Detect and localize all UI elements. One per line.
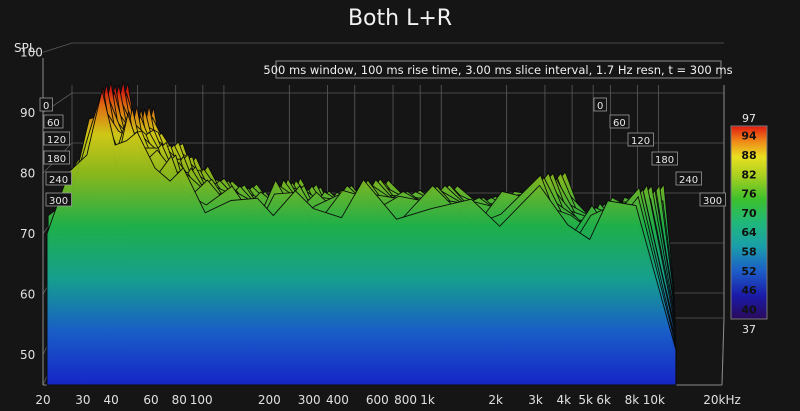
x-tick-label: 80 xyxy=(172,393,187,407)
settings-info: 500 ms window, 100 ms rise time, 3.00 ms… xyxy=(263,63,732,77)
left-wall-grid-line xyxy=(42,42,73,53)
time-tick-right: 300 xyxy=(703,196,722,207)
y-tick-label: 60 xyxy=(20,287,35,301)
colorbar-tick-label: 58 xyxy=(741,245,756,258)
colorbar-tick-label: 52 xyxy=(741,265,756,278)
time-tick-left: 180 xyxy=(47,154,66,165)
time-tick-left: 300 xyxy=(49,196,68,207)
colorbar-tick-label: 76 xyxy=(741,188,757,201)
x-tick-label: 10k xyxy=(643,393,665,407)
x-tick-label: 8k xyxy=(625,393,640,407)
x-tick-label: 30 xyxy=(75,393,90,407)
x-tick-label: 100 xyxy=(190,393,213,407)
time-tick-right: 180 xyxy=(655,155,674,166)
colorbar-tick-label: 40 xyxy=(741,303,757,316)
colorbar-tick-label: 64 xyxy=(741,226,757,239)
time-tick-left: 0 xyxy=(43,101,49,112)
y-tick-label: 90 xyxy=(20,106,35,120)
x-tick-label: 200 xyxy=(258,393,281,407)
x-tick-label: 3k xyxy=(528,393,543,407)
time-tick-left: 120 xyxy=(47,135,66,146)
x-tick-label: 1k xyxy=(420,393,435,407)
x-tick-label: 400 xyxy=(326,393,349,407)
time-tick-left: 60 xyxy=(47,118,60,129)
colorbar-tick-label: 94 xyxy=(741,130,757,143)
y-tick-label: 100 xyxy=(20,45,43,59)
colorbar-min-label: 37 xyxy=(742,323,756,336)
x-tick-label: 20kHz xyxy=(703,393,741,407)
x-tick-label: 300 xyxy=(298,393,321,407)
colorbar-tick-label: 46 xyxy=(741,284,757,297)
colorbar-max-label: 97 xyxy=(742,112,756,125)
time-tick-right: 240 xyxy=(679,175,698,186)
time-tick-right: 120 xyxy=(631,136,650,147)
right-floor-line xyxy=(721,317,725,386)
x-tick-label: 20 xyxy=(35,393,50,407)
settings-info-box: 500 ms window, 100 ms rise time, 3.00 ms… xyxy=(263,60,733,79)
y-tick-label: 70 xyxy=(20,227,35,241)
time-tick-left: 240 xyxy=(49,175,68,186)
colorbar-tick-label: 88 xyxy=(741,149,756,162)
waterfall-surface xyxy=(46,81,677,386)
x-tick-label: 600 xyxy=(366,393,389,407)
x-tick-label: 40 xyxy=(103,393,118,407)
y-tick-label: 80 xyxy=(20,166,35,180)
colorbar-tick-label: 82 xyxy=(741,168,756,181)
x-tick-label: 6k xyxy=(596,393,611,407)
time-tick-right: 60 xyxy=(613,118,626,129)
waterfall-chart: SPL 20 30 40 60 80 100 200 300 400 600 800 1k 2k 3k 4k… xyxy=(14,41,768,407)
x-tick-label: 4k xyxy=(557,393,572,407)
x-tick-label: 60 xyxy=(143,393,158,407)
y-tick-label: 50 xyxy=(20,348,35,362)
x-tick-label: 800 xyxy=(394,393,417,407)
color-scale-bar: 97 37 94 88 82 76 70 64 58 52 46 40 xyxy=(730,112,768,336)
x-tick-label: 2k xyxy=(488,393,503,407)
waterfall-plot: Both L+R SPL 20 30 40 60 80 100 200 300 … xyxy=(0,0,800,411)
time-tick-right: 0 xyxy=(597,101,603,112)
x-tick-label: 5k xyxy=(578,393,593,407)
colorbar-tick-label: 70 xyxy=(741,207,757,220)
